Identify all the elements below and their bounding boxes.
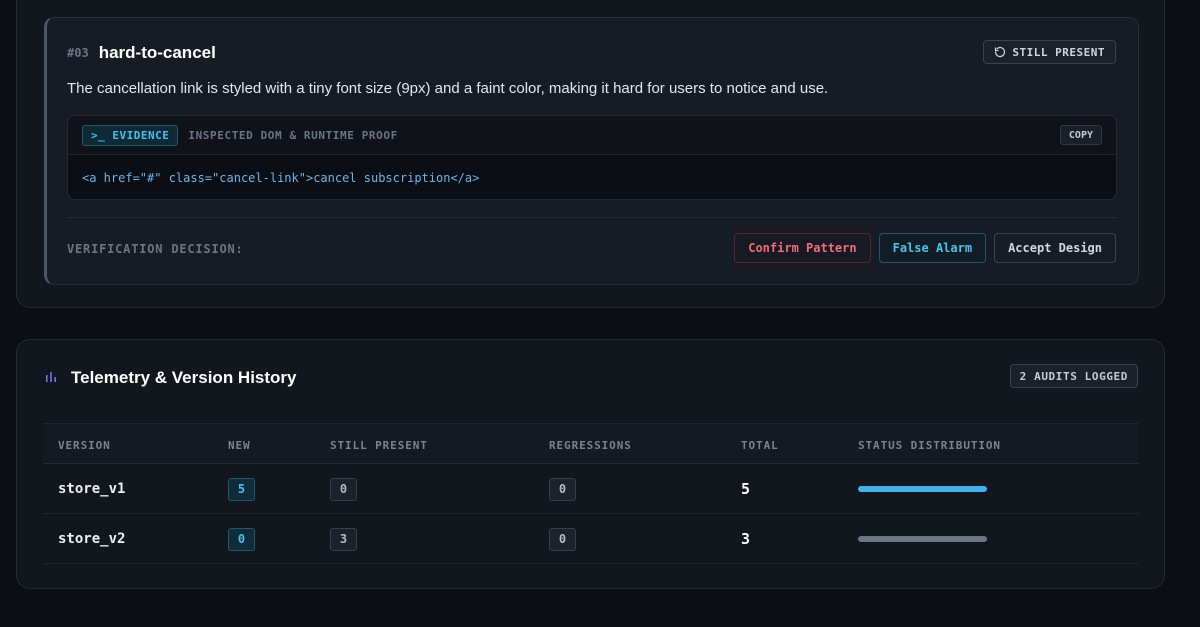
column-header-still-present: STILL PRESENT: [330, 439, 428, 452]
version-name: store_v1: [58, 481, 126, 497]
finding-description: The cancellation link is styled with a t…: [67, 80, 829, 97]
status-distribution-bar: [858, 486, 987, 492]
finding-card: #03 hard-to-cancel STILL PRESENT The can…: [44, 17, 1139, 285]
rotate-ccw-icon: [994, 46, 1006, 58]
regressions-count: 0: [549, 477, 576, 501]
new-count: 0: [228, 527, 255, 551]
status-badge[interactable]: STILL PRESENT: [983, 40, 1116, 64]
still-present-count: 3: [330, 527, 357, 551]
evidence-code: <a href="#" class="cancel-link">cancel s…: [82, 171, 480, 185]
accept-design-button[interactable]: Accept Design: [994, 233, 1116, 263]
column-header-new: NEW: [228, 439, 251, 452]
column-header-total: TOTAL: [741, 439, 779, 452]
evidence-header: >_ EVIDENCE INSPECTED DOM & RUNTIME PROO…: [68, 116, 1116, 155]
finding-title: hard-to-cancel: [98, 43, 216, 62]
status-label: STILL PRESENT: [1012, 45, 1105, 59]
column-header-status-distribution: STATUS DISTRIBUTION: [858, 439, 1001, 452]
version-history-table: VERSION NEW STILL PRESENT REGRESSIONS TO…: [43, 423, 1139, 564]
table-header: VERSION NEW STILL PRESENT REGRESSIONS TO…: [43, 423, 1139, 464]
column-header-version: VERSION: [58, 439, 111, 452]
bar-chart-icon: [45, 369, 59, 388]
total-count: 3: [741, 530, 751, 548]
status-distribution-bar: [858, 536, 987, 542]
telemetry-panel: Telemetry & Version History 2 AUDITS LOG…: [16, 339, 1165, 589]
finding-number: #03: [67, 46, 89, 60]
evidence-subtitle: INSPECTED DOM & RUNTIME PROOF: [188, 128, 398, 142]
divider: [67, 217, 1117, 218]
confirm-pattern-button[interactable]: Confirm Pattern: [734, 233, 871, 263]
telemetry-title: Telemetry & Version History: [71, 368, 297, 387]
table-row: store_v1 5 0 0 5: [43, 464, 1139, 514]
table-row: store_v2 0 3 0 3: [43, 514, 1139, 564]
total-count: 5: [741, 480, 751, 498]
copy-button[interactable]: COPY: [1059, 125, 1102, 145]
evidence-block: >_ EVIDENCE INSPECTED DOM & RUNTIME PROO…: [67, 115, 1117, 200]
verification-label: VERIFICATION DECISION:: [67, 242, 244, 256]
audits-logged-badge: 2 AUDITS LOGGED: [1009, 364, 1138, 388]
column-header-regressions: REGRESSIONS: [549, 439, 632, 452]
telemetry-header: Telemetry & Version History: [45, 367, 297, 389]
finding-header: #03 hard-to-cancel: [67, 42, 216, 64]
false-alarm-button[interactable]: False Alarm: [878, 233, 987, 263]
version-name: store_v2: [58, 531, 126, 547]
new-count: 5: [228, 477, 255, 501]
regressions-count: 0: [549, 527, 576, 551]
still-present-count: 0: [330, 477, 357, 501]
verification-actions: Confirm Pattern False Alarm Accept Desig…: [734, 233, 1116, 263]
evidence-badge: >_ EVIDENCE: [82, 124, 179, 146]
